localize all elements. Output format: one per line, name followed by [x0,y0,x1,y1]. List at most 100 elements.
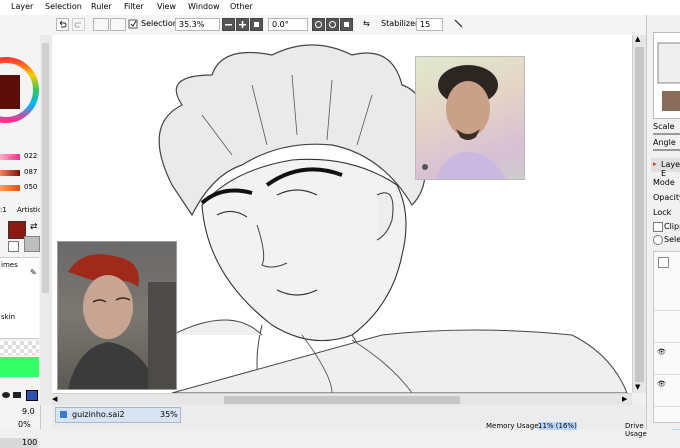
plus-icon [239,21,246,28]
brush-item-label: skin [1,313,16,321]
rotate-reset-button[interactable] [340,18,353,31]
reset-icon [254,22,259,27]
color-wheel[interactable] [0,35,40,135]
drive-usage-label: Drive Usage [625,422,647,438]
layer-row[interactable] [654,280,680,311]
invert-selection-button[interactable] [110,18,126,31]
layer-panel-header[interactable]: ▸ Layer E [651,158,680,178]
brush-shape-icon[interactable] [13,392,21,398]
rotation-field[interactable]: 0.0° [268,18,308,31]
drawing-canvas[interactable] [52,35,632,393]
scroll-right-icon[interactable]: ▶ [622,395,627,403]
brush-size-value[interactable]: 9.0 [22,407,35,416]
zoom-field[interactable]: 35.3% [175,18,220,31]
green-slider[interactable] [0,170,20,176]
selection-toggle[interactable] [128,18,139,31]
green-value: 087 [24,168,38,176]
selection-source-checkbox[interactable] [653,235,663,245]
menu-window[interactable]: Window [188,2,220,11]
rotate-right-button[interactable] [326,18,339,31]
brush-color-bar [0,357,39,377]
red-slider[interactable] [0,154,20,160]
collapse-icon: ▸ [653,160,657,168]
brush-style-label: Artistic [17,206,42,214]
menu-view[interactable]: View [157,2,176,11]
document-name: guizinho.sai2 [72,410,125,419]
redo-button[interactable] [72,18,85,31]
pen-icon [454,19,463,28]
new-layer-icon[interactable] [658,257,669,268]
brush-list[interactable]: imes ✎ skin [0,257,39,339]
transparent-color-swatch[interactable] [8,241,19,252]
density-slider[interactable]: 100 [0,438,38,448]
canvas-vertical-scrollbar[interactable]: ▲ ▼ [632,35,646,393]
blend-mode-label: Mode [653,178,675,187]
flip-icon[interactable]: ⇆ [363,19,370,28]
menu-bar: Layer Selection Ruler Filter View Window… [0,0,680,16]
blue-slider[interactable] [0,185,20,191]
brush-shape-icon[interactable] [26,390,38,401]
layer-list[interactable]: 👁 👁 [653,251,680,423]
painting-image [68,254,176,389]
scroll-left-icon[interactable]: ◀ [52,395,57,403]
menu-selection[interactable]: Selection [45,2,82,11]
document-icon [60,411,67,418]
rotate-left-button[interactable] [312,18,325,31]
scrollbar-thumb[interactable] [42,43,49,293]
menu-other[interactable]: Other [230,2,253,11]
scroll-up-icon[interactable]: ▲ [635,35,640,43]
navigator-layer-panel: Scale Angle ▸ Layer E Mode Opacity Lock … [646,15,680,429]
scale-slider[interactable] [653,133,680,135]
deselect-button[interactable] [93,18,109,31]
brush-item-label: imes [1,261,18,269]
reference-painting[interactable] [57,241,177,390]
ratio-label: :1 [0,206,7,214]
pen-icon: ✎ [30,268,37,277]
reset-icon [344,22,349,27]
undo-icon [59,20,67,28]
clipping-label: Clipp [664,222,680,231]
menu-layer[interactable]: Layer [11,2,33,11]
document-zoom: 35% [160,410,178,419]
rotate-left-icon [315,21,322,28]
selection-label: Selection [141,19,178,28]
brush-preview [0,341,39,355]
navigator-thumbnail [657,42,680,111]
scroll-down-icon[interactable]: ▼ [635,383,640,391]
swap-colors-icon[interactable]: ⇄ [30,222,38,232]
toolbar: Selection 35.3% 0.0° ⇆ Stabilizer 15 [0,15,680,36]
layer-row[interactable] [654,312,680,343]
selection-source-label: Sele [664,235,680,244]
selection-visible-icon [128,19,138,29]
lock-label: Lock [653,208,672,217]
undo-button[interactable] [56,18,69,31]
angle-slider[interactable] [653,149,680,151]
brush-shape-icon[interactable] [2,392,10,398]
scrollbar-thumb[interactable] [635,47,644,382]
clipping-checkbox[interactable] [653,222,663,232]
scale-label: Scale [653,122,675,131]
min-size-value[interactable]: 0% [18,420,31,429]
opacity-label: Opacity [653,193,680,202]
menu-ruler[interactable]: Ruler [91,2,112,11]
angle-label: Angle [653,138,676,147]
menu-filter[interactable]: Filter [124,2,144,11]
portrait-image [422,65,506,179]
zoom-in-button[interactable] [236,18,249,31]
layer-row[interactable] [654,376,680,407]
redo-icon [74,22,81,28]
document-tab[interactable]: guizinho.sai2 35% [55,407,181,423]
pen-pressure-button[interactable] [453,18,466,31]
color-tool-panel: 022 087 050 :1 Artistic ⇄ imes ✎ skin 9.… [0,35,42,448]
scrollbar-thumb[interactable] [224,396,460,404]
blue-value: 050 [24,183,38,191]
zoom-reset-button[interactable] [250,18,263,31]
layer-panel-title: Layer E [661,160,680,178]
reference-photo-portrait[interactable] [415,56,525,180]
layer-row[interactable] [654,344,680,375]
minus-icon [225,24,232,26]
navigator-preview[interactable] [653,32,680,119]
zoom-out-button[interactable] [222,18,235,31]
stabilizer-select[interactable]: 15 [416,18,443,31]
secondary-color-swatch[interactable] [24,236,40,252]
